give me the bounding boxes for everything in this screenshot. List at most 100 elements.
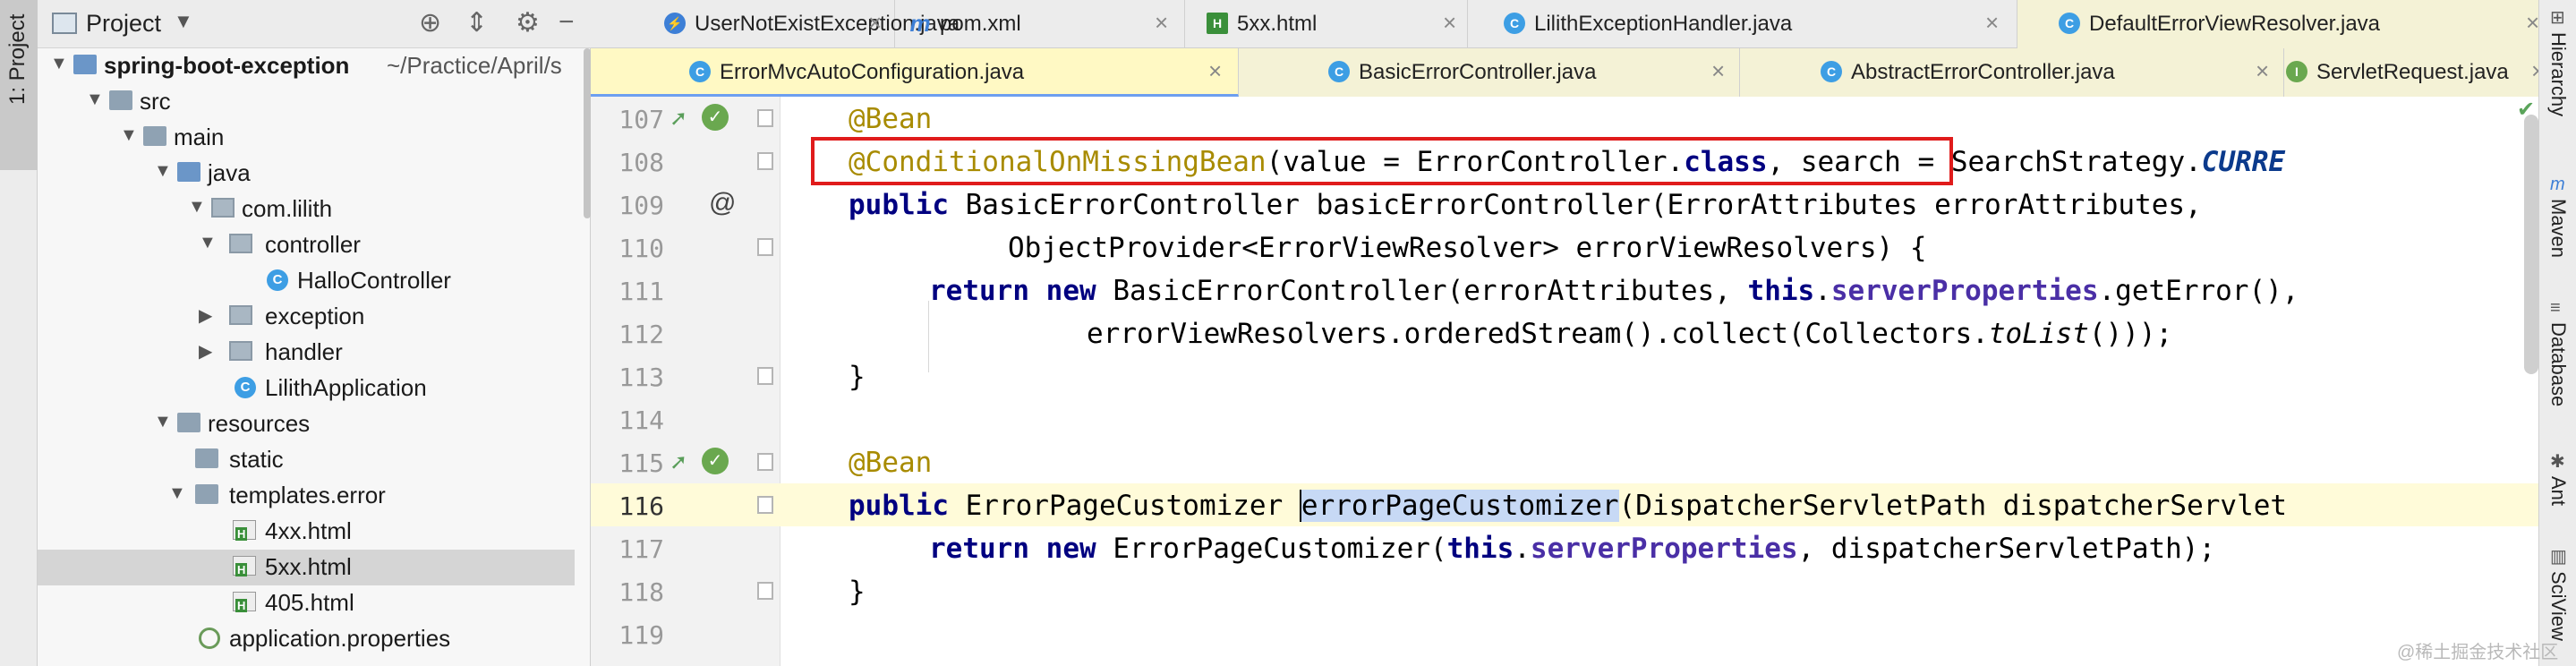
- fold-marker-icon[interactable]: [757, 109, 773, 127]
- request-mapping-icon[interactable]: @: [709, 188, 736, 218]
- tool-tab-label: Ant: [2547, 476, 2570, 507]
- code-line-110[interactable]: 110 ObjectProvider<ErrorViewResolver> er…: [591, 226, 2558, 269]
- code-line-117[interactable]: 117 return new ErrorPageCustomizer(this.…: [591, 526, 2558, 569]
- fold-marker-icon[interactable]: [757, 453, 773, 471]
- chevron-down-icon[interactable]: ▼: [120, 125, 138, 146]
- tab-usernotexistexception[interactable]: ⚡ UserNotExistException.java ×: [591, 0, 960, 48]
- spring-bean-icon[interactable]: ✓: [702, 104, 729, 131]
- tree-item-application-properties[interactable]: application.properties: [38, 621, 575, 657]
- keyword-token: new: [1045, 533, 1096, 565]
- tree-item-static[interactable]: static: [38, 442, 575, 478]
- folder-icon: [195, 484, 218, 504]
- tree-item-resources[interactable]: ▼ resources: [38, 406, 575, 442]
- tree-item-hallocontroller[interactable]: C HalloController: [38, 263, 575, 299]
- close-icon[interactable]: ×: [2526, 9, 2539, 37]
- code-text: return new BasicErrorController(errorAtt…: [929, 275, 2299, 307]
- right-tool-stripe: ⊞ Hierarchy m Maven ≡ Database ✱ Ant ▥ S…: [2538, 0, 2576, 666]
- tree-item-com-lilith[interactable]: ▼ com.lilith: [38, 192, 575, 227]
- close-icon[interactable]: ×: [1208, 57, 1222, 85]
- tool-tab-ant[interactable]: ✱ Ant: [2539, 453, 2576, 525]
- tree-item-4xx-html[interactable]: 4xx.html: [38, 514, 575, 550]
- module-folder-icon: [73, 55, 97, 74]
- tree-item-controller[interactable]: ▼ controller: [38, 227, 575, 263]
- tool-tab-label: Maven: [2547, 199, 2570, 259]
- tree-item-5xx-html[interactable]: 5xx.html: [38, 550, 575, 585]
- static-field-token: CURRE: [2201, 146, 2286, 178]
- html-file-icon: [233, 592, 256, 612]
- close-icon[interactable]: ×: [1155, 9, 1168, 37]
- tool-tab-hierarchy[interactable]: ⊞ Hierarchy: [2539, 9, 2576, 143]
- bean-navigate-icon[interactable]: ➚: [670, 106, 695, 131]
- code-line-107[interactable]: 107 ➚ ✓ @Bean: [591, 97, 2558, 140]
- code-line-112[interactable]: 112 errorViewResolvers.orderedStream().c…: [591, 312, 2558, 354]
- editor-scrollbar[interactable]: [2524, 115, 2538, 374]
- fold-marker-icon[interactable]: [757, 367, 773, 385]
- package-icon: [229, 341, 252, 361]
- gear-icon[interactable]: ⚙: [516, 7, 540, 38]
- chevron-right-icon[interactable]: ▶: [199, 340, 212, 363]
- tree-item-main[interactable]: ▼ main: [38, 120, 575, 156]
- spring-bean-icon[interactable]: ✓: [702, 448, 729, 474]
- collapse-all-icon[interactable]: ⇕: [465, 7, 488, 38]
- close-icon[interactable]: ×: [1985, 9, 1999, 37]
- chevron-right-icon[interactable]: ▶: [199, 304, 212, 327]
- chevron-down-icon[interactable]: ▼: [86, 90, 104, 110]
- fold-marker-icon[interactable]: [757, 496, 773, 514]
- fold-marker-icon[interactable]: [757, 152, 773, 170]
- code-line-115[interactable]: 115 ➚ ✓ @Bean: [591, 440, 2558, 483]
- tree-item-label: handler: [265, 338, 343, 365]
- close-icon[interactable]: ×: [868, 9, 882, 37]
- code-line-119[interactable]: 119: [591, 612, 2558, 655]
- chevron-down-icon[interactable]: ▼: [188, 197, 206, 218]
- tree-item-405-html[interactable]: 405.html: [38, 585, 575, 621]
- chevron-down-icon[interactable]: ▼: [154, 412, 172, 432]
- bean-navigate-icon[interactable]: ➚: [670, 449, 695, 474]
- interface-icon: I: [2286, 61, 2307, 82]
- tab-basicerrorcontroller[interactable]: C BasicErrorController.java ×: [1239, 48, 1740, 97]
- keyword-token: return: [929, 533, 1029, 565]
- properties-file-icon: [199, 628, 220, 649]
- tree-item-java[interactable]: ▼ java: [38, 156, 575, 192]
- project-view-selector[interactable]: Project: [86, 10, 161, 38]
- close-icon[interactable]: ×: [1443, 9, 1456, 37]
- tab-errormvcautoconfiguration[interactable]: C ErrorMvcAutoConfiguration.java ×: [591, 48, 1239, 97]
- tab-lilithexceptionhandler[interactable]: C LilithExceptionHandler.java ×: [1468, 0, 2017, 48]
- tab-abstracterrorcontroller[interactable]: C AbstractErrorController.java ×: [1740, 48, 2284, 97]
- code-line-114[interactable]: 114: [591, 397, 2558, 440]
- tab-servletrequest[interactable]: I ServletRequest.java ×: [2284, 48, 2558, 97]
- project-tree-scrollbar[interactable]: [584, 48, 591, 218]
- chevron-down-icon[interactable]: ▼: [50, 54, 68, 74]
- fold-marker-icon[interactable]: [757, 582, 773, 600]
- code-line-109[interactable]: 109 @ public BasicErrorController basicE…: [591, 183, 2558, 226]
- tree-item-src[interactable]: ▼ src: [38, 84, 575, 120]
- fold-marker-icon[interactable]: [757, 238, 773, 256]
- hide-panel-icon[interactable]: −: [559, 7, 575, 38]
- chevron-down-icon[interactable]: ▼: [168, 483, 186, 504]
- code-line-118[interactable]: 118 }: [591, 569, 2558, 612]
- tree-item-lilithapplication[interactable]: C LilithApplication: [38, 371, 575, 406]
- code-line-113[interactable]: 113 }: [591, 354, 2558, 397]
- chevron-down-icon[interactable]: ▼: [154, 161, 172, 182]
- close-icon[interactable]: ×: [2256, 57, 2269, 85]
- tree-item-label: src: [140, 88, 171, 115]
- tree-item-templates-error[interactable]: ▼ templates.error: [38, 478, 575, 514]
- line-number: 112: [618, 320, 664, 349]
- tree-item-label: spring-boot-exception: [104, 52, 350, 79]
- tree-item-handler[interactable]: ▶ handler: [38, 335, 575, 371]
- locate-icon[interactable]: ⊕: [419, 7, 441, 38]
- tree-item-project-root[interactable]: ▼ spring-boot-exception ~/Practice/April…: [38, 48, 575, 84]
- code-line-116[interactable]: 116 public ErrorPageCustomizer errorPage…: [591, 483, 2558, 526]
- chevron-down-icon[interactable]: ▼: [199, 233, 217, 253]
- tab-5xx-html[interactable]: H 5xx.html ×: [1185, 0, 1468, 48]
- line-number: 113: [618, 363, 664, 392]
- tab-pom-xml[interactable]: m pom.xml ×: [895, 0, 1185, 48]
- highlight-box: [811, 137, 1953, 185]
- tab-defaulterrorviewresolver[interactable]: C DefaultErrorViewResolver.java ×: [2017, 0, 2558, 48]
- chevron-down-icon[interactable]: ▼: [174, 10, 193, 33]
- code-line-111[interactable]: 111 return new BasicErrorController(erro…: [591, 269, 2558, 312]
- tool-tab-maven[interactable]: m Maven: [2539, 175, 2576, 274]
- tool-tab-database[interactable]: ≡ Database: [2539, 299, 2576, 433]
- close-icon[interactable]: ×: [1711, 57, 1725, 85]
- tree-item-exception[interactable]: ▶ exception: [38, 299, 575, 335]
- project-tool-tab[interactable]: 1: Project: [0, 0, 38, 170]
